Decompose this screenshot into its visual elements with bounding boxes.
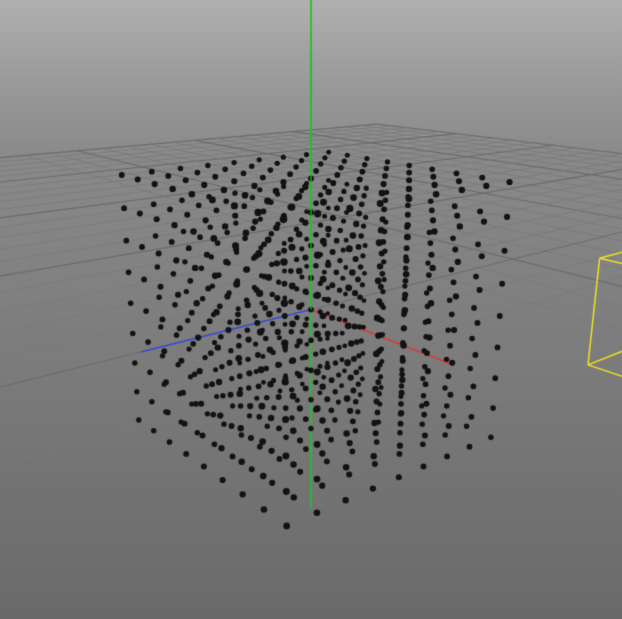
3d-viewport[interactable] bbox=[0, 0, 622, 619]
viewport-canvas[interactable] bbox=[0, 0, 622, 619]
